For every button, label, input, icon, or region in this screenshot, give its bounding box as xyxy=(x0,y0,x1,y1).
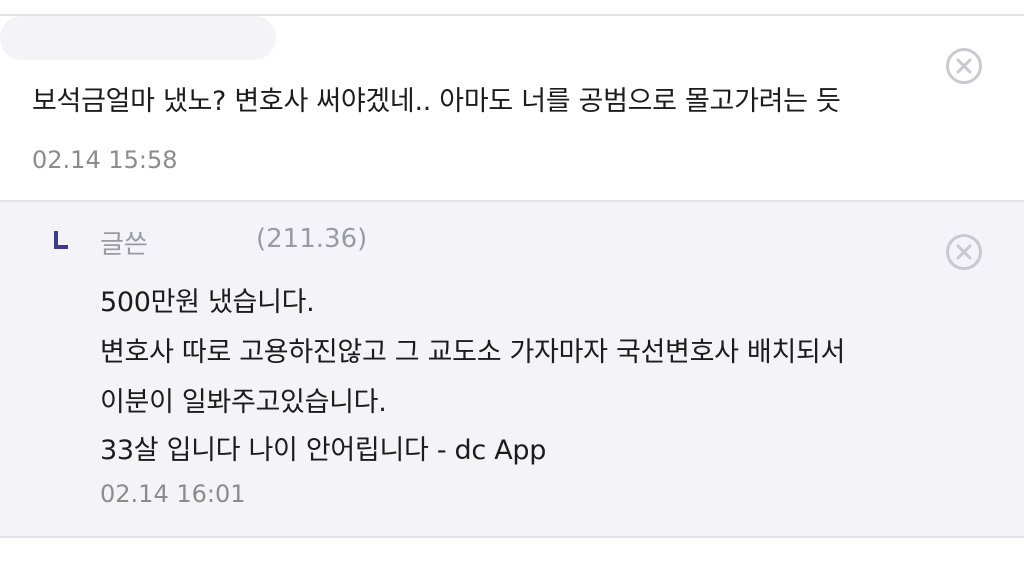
close-circle-icon xyxy=(956,58,972,74)
reply-text-line: 이분이 일봐주고있습니다. xyxy=(100,387,387,418)
reply-text-line: 33살 입니다 나이 안어립니다 - dc App xyxy=(100,435,547,466)
comment-thread: 보석금얼마 냈노? 변호사 써야겠네.. 아마도 너를 공범으로 몰고가려는 듯… xyxy=(0,0,1024,566)
close-circle-icon xyxy=(956,244,972,260)
comment-text: 보석금얼마 냈노? 변호사 써야겠네.. 아마도 너를 공범으로 몰고가려는 듯 xyxy=(32,86,841,117)
reply-timestamp: 02.14 16:01 xyxy=(100,480,246,508)
reply-arrow-icon xyxy=(54,231,68,249)
reply-text-line: 변호사 따로 고용하진않고 그 교도소 가자마자 국선변호사 배치되서 xyxy=(100,337,846,368)
comment-nickname-placeholder xyxy=(0,16,276,60)
comment-timestamp: 02.14 15:58 xyxy=(32,146,178,174)
reply-author[interactable]: 글쓴 xyxy=(100,224,148,261)
reply-text-line: 500만원 냈습니다. xyxy=(100,287,315,318)
delete-comment-button[interactable] xyxy=(946,48,982,84)
reply-ip: (211.36) xyxy=(256,224,368,254)
bottom-divider xyxy=(0,536,1024,538)
delete-reply-button[interactable] xyxy=(946,234,982,270)
